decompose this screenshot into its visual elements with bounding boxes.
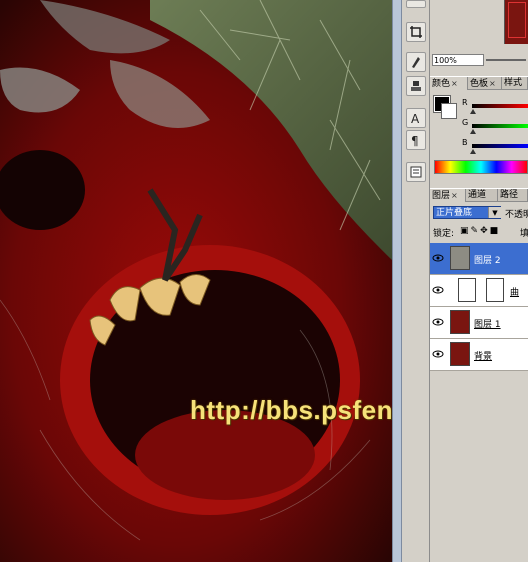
tab-styles[interactable]: 样式 — [502, 77, 528, 90]
lock-label: 锁定: — [433, 229, 455, 239]
document-canvas[interactable]: http://bbs.psfeng.cn/ — [0, 0, 392, 562]
layer-thumbnail — [450, 246, 470, 270]
chevron-down-icon[interactable]: ▼ — [488, 207, 501, 218]
watermark-text: http://bbs.psfeng.cn/ — [190, 395, 392, 425]
fill-label: 填 — [520, 229, 528, 239]
crop-tool-icon[interactable] — [406, 22, 426, 42]
lock-brush-icon[interactable]: ✎ — [471, 226, 481, 236]
background-color-swatch[interactable] — [441, 103, 457, 119]
svg-text:¶: ¶ — [411, 134, 419, 147]
lock-icons: ▣✎✥■ — [460, 226, 500, 236]
stamp-tool-icon[interactable] — [406, 76, 426, 96]
layer-name: 图层 2 — [474, 256, 501, 266]
layer-name: 曲 — [510, 288, 520, 298]
eye-icon[interactable] — [432, 252, 444, 264]
lock-transparent-icon[interactable]: ▣ — [460, 226, 471, 236]
layer-mask-thumbnail — [486, 278, 504, 302]
layer-thumbnail — [450, 310, 470, 334]
svg-text:A: A — [411, 112, 420, 125]
color-panel-tabs: 颜色× 色板× 样式 — [430, 76, 528, 90]
close-icon[interactable]: × — [451, 79, 458, 88]
blue-slider-handle[interactable] — [470, 149, 476, 154]
tab-swatches[interactable]: 色板× — [468, 77, 502, 90]
tab-paths[interactable]: 路径 — [498, 189, 528, 202]
close-icon[interactable]: × — [489, 79, 496, 88]
panels-dock: 100% 颜色× 色板× 样式 R G B 图层× 通道 路径 正片叠底 ▼ 不… — [430, 0, 528, 562]
zombie-face-artwork — [0, 0, 392, 562]
tab-color[interactable]: 颜色× — [430, 77, 468, 90]
zoom-field[interactable]: 100% — [432, 54, 484, 66]
lock-move-icon[interactable]: ✥ — [480, 226, 490, 236]
channel-label-r: R — [462, 98, 468, 107]
panel-splitter[interactable] — [392, 0, 402, 562]
blue-slider[interactable] — [472, 144, 528, 148]
notes-tool-icon[interactable] — [406, 162, 426, 182]
layer-row[interactable]: 图层 2 — [430, 243, 528, 275]
tab-channels[interactable]: 通道 — [466, 189, 498, 202]
tab-label: 路径 — [500, 190, 519, 200]
layer-row[interactable]: 背景 — [430, 339, 528, 371]
layer-row[interactable]: 曲 — [430, 275, 528, 307]
layer-name: 图层 1 — [474, 320, 501, 330]
tab-label: 图层 — [432, 191, 451, 201]
tab-label: 样式 — [504, 78, 523, 88]
navigator-thumbnail[interactable] — [504, 0, 528, 44]
zoom-slider[interactable] — [486, 59, 526, 61]
lock-all-icon[interactable]: ■ — [490, 226, 501, 236]
red-slider-handle[interactable] — [470, 109, 476, 114]
type-tool-icon[interactable]: A — [406, 108, 426, 128]
tab-label: 颜色 — [432, 79, 451, 89]
color-spectrum[interactable] — [434, 160, 528, 174]
tab-label: 通道 — [468, 190, 487, 200]
eye-icon[interactable] — [432, 284, 444, 296]
layer-name: 背景 — [474, 352, 493, 362]
eye-icon[interactable] — [432, 316, 444, 328]
curves-adjustment-icon — [458, 278, 476, 302]
brush-tool-icon[interactable] — [406, 52, 426, 72]
green-slider[interactable] — [472, 124, 528, 128]
channel-label-g: G — [462, 118, 469, 127]
eye-icon[interactable] — [432, 348, 444, 360]
toolbox: A ¶ — [402, 0, 430, 562]
close-icon[interactable]: × — [451, 191, 458, 200]
layers-panel-tabs: 图层× 通道 路径 — [430, 188, 528, 202]
paragraph-icon[interactable]: ¶ — [406, 130, 426, 150]
layer-thumbnail — [450, 342, 470, 366]
tab-layers[interactable]: 图层× — [430, 189, 466, 202]
eraser-tool-icon[interactable] — [406, 0, 426, 8]
channel-label-b: B — [462, 138, 468, 147]
opacity-label: 不透明 — [505, 210, 528, 220]
layer-row[interactable]: 图层 1 — [430, 307, 528, 339]
red-slider[interactable] — [472, 104, 528, 108]
tab-label: 色板 — [470, 79, 489, 89]
green-slider-handle[interactable] — [470, 129, 476, 134]
